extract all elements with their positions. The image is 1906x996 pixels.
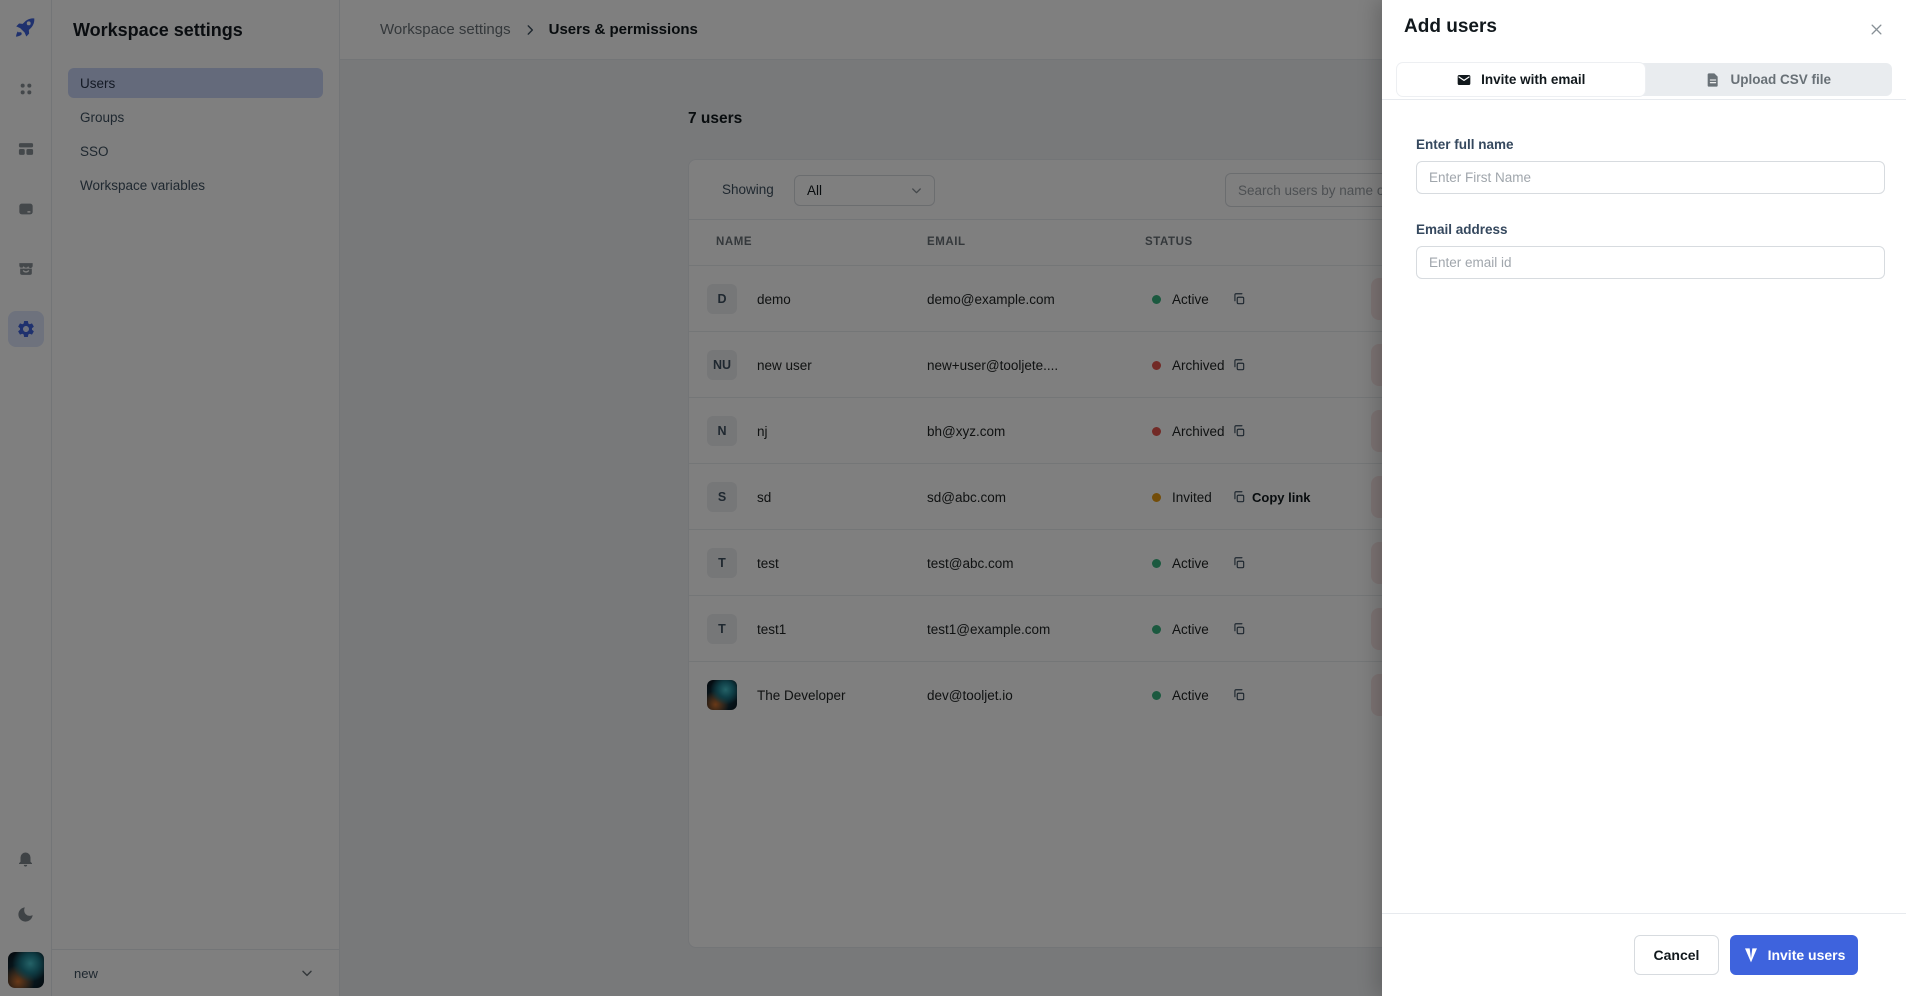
envelope-icon [1457, 74, 1471, 85]
tabs-bar: Invite with email Upload CSV file [1397, 63, 1892, 96]
tab-upload-csv-file[interactable]: Upload CSV file [1645, 63, 1893, 96]
close-icon[interactable] [1866, 19, 1886, 39]
tab-label: Invite with email [1481, 72, 1586, 87]
invite-form: Enter full name Email address [1382, 100, 1906, 279]
invite-users-label: Invite users [1767, 947, 1846, 963]
workspace-settings-screen: Workspace settings Users Groups SSO Work… [0, 0, 1906, 996]
send-icon [1744, 948, 1757, 963]
drawer-footer: Cancel Invite users [1382, 913, 1906, 996]
csv-file-icon [1708, 72, 1719, 87]
email-label: Email address [1416, 222, 1508, 237]
invite-users-button[interactable]: Invite users [1730, 935, 1858, 975]
drawer-title: Add users [1404, 16, 1497, 37]
tab-invite-with-email[interactable]: Invite with email [1397, 63, 1645, 96]
tab-label: Upload CSV file [1730, 72, 1831, 87]
cancel-button[interactable]: Cancel [1634, 935, 1719, 975]
email-field[interactable] [1416, 246, 1885, 279]
add-users-drawer: Add users Invite with email Upload CSV f… [1382, 0, 1906, 996]
full-name-label: Enter full name [1416, 137, 1514, 152]
drawer-tabs: Invite with email Upload CSV file [1382, 63, 1906, 100]
full-name-field[interactable] [1416, 161, 1885, 194]
